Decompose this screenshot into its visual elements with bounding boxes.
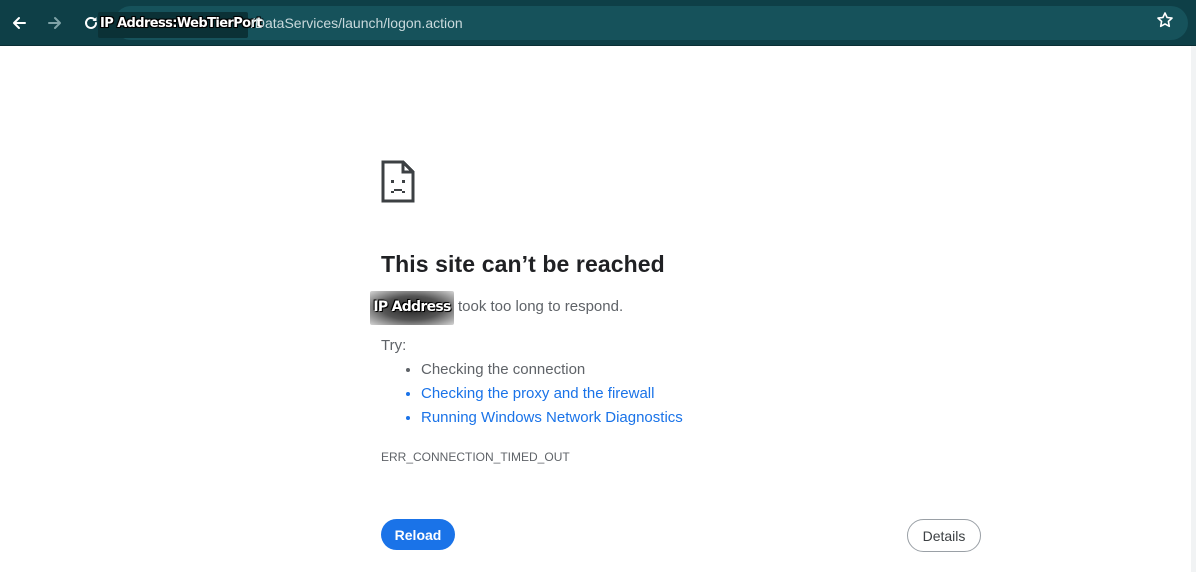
suggestion-network-diagnostics-link[interactable]: Running Windows Network Diagnostics: [421, 406, 683, 430]
sad-page-icon: [381, 160, 415, 208]
error-host: IP Address: [373, 299, 451, 315]
forward-button[interactable]: [41, 9, 69, 37]
error-reason: took too long to respond.: [458, 298, 624, 315]
details-button-label: Details: [922, 527, 966, 544]
try-label: Try:: [381, 337, 407, 354]
browser-toolbar: IP Address:WebTierPort /DataServices/lau…: [0, 0, 1196, 46]
back-arrow-icon: [11, 15, 27, 31]
url-path[interactable]: /DataServices/launch/logon.action: [251, 15, 463, 31]
details-button[interactable]: Details: [907, 519, 981, 552]
error-title: This site can’t be reached: [381, 251, 665, 277]
reload-button-label: Reload: [394, 526, 442, 543]
bookmark-button[interactable]: [1154, 11, 1176, 33]
url-host: IP Address:WebTierPort: [100, 16, 263, 31]
suggestion-list: Checking the connection Checking the pro…: [381, 358, 683, 430]
forward-arrow-icon: [47, 15, 63, 31]
back-button[interactable]: [5, 9, 33, 37]
reload-icon: [83, 15, 99, 31]
suggestion-check-connection: Checking the connection: [421, 358, 683, 382]
star-icon: [1156, 11, 1174, 34]
suggestion-check-proxy-link[interactable]: Checking the proxy and the firewall: [421, 382, 683, 406]
error-code: ERR_CONNECTION_TIMED_OUT: [381, 450, 570, 464]
scrollbar-track[interactable]: [1191, 46, 1196, 572]
reload-button[interactable]: Reload: [381, 519, 455, 550]
